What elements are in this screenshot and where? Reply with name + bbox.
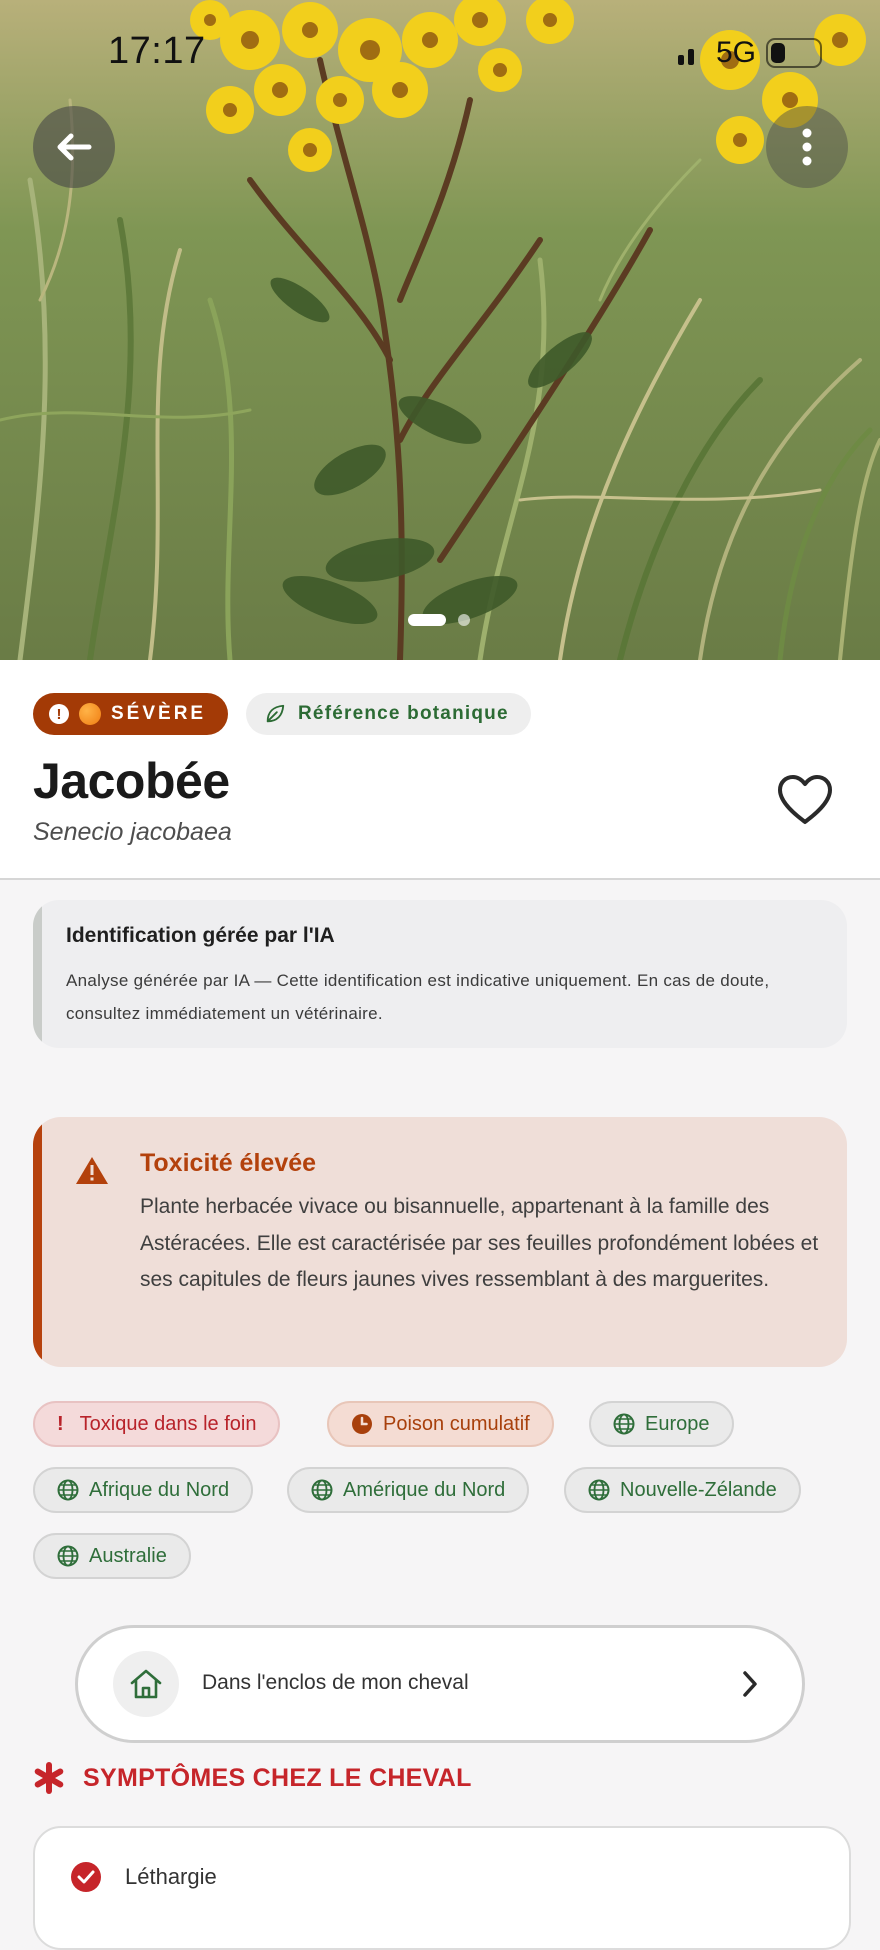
status-indicators: 5G xyxy=(677,36,822,70)
toxicity-card: Toxicité élevée Plante herbacée vivace o… xyxy=(33,1117,847,1367)
toxicity-accent-bar xyxy=(33,1117,42,1367)
symptom-label: Léthargie xyxy=(125,1864,217,1889)
tag-label: Afrique du Nord xyxy=(89,1478,230,1501)
tag-toxic-in-hay[interactable]: ! Toxique dans le foin xyxy=(33,1401,281,1447)
toxicity-title: Toxicité élevée xyxy=(140,1149,317,1177)
tag-label: Poison cumulatif xyxy=(383,1412,530,1435)
carousel-indicator xyxy=(408,614,470,626)
tag-label: Europe xyxy=(645,1412,710,1435)
tag-label: Amérique du Nord xyxy=(343,1478,506,1501)
reference-label: Référence botanique xyxy=(298,703,509,724)
chevron-right-icon xyxy=(743,1671,757,1697)
carousel-dot-active[interactable] xyxy=(408,614,446,626)
status-time: 17:17 xyxy=(108,30,206,72)
tag-label: Toxique dans le foin xyxy=(79,1412,257,1435)
tag-region-north-africa[interactable]: Afrique du Nord xyxy=(33,1467,254,1513)
check-circle-icon xyxy=(71,1862,101,1892)
arrow-left-icon xyxy=(57,133,92,161)
tag-region-new-zealand[interactable]: Nouvelle-Zélande xyxy=(564,1467,801,1513)
symptoms-header: SYMPTÔMES CHEZ LE CHEVAL xyxy=(33,1762,472,1794)
symptoms-list: Léthargie xyxy=(33,1826,851,1950)
exclamation-icon: ! xyxy=(57,1412,64,1435)
clock-icon xyxy=(352,1414,372,1434)
tag-region-australia[interactable]: Australie xyxy=(33,1533,191,1579)
toxicity-description: Plante herbacée vivace ou bisannuelle, a… xyxy=(140,1195,819,1291)
globe-icon xyxy=(588,1479,610,1501)
more-vertical-icon xyxy=(802,128,812,166)
orange-circle-icon xyxy=(79,703,101,725)
globe-icon xyxy=(613,1413,635,1435)
globe-icon xyxy=(311,1479,333,1501)
globe-icon xyxy=(57,1545,79,1567)
in-my-paddock-button[interactable]: Dans l'enclos de mon cheval xyxy=(75,1625,805,1743)
carousel-dot[interactable] xyxy=(458,614,470,626)
severity-badge: ! SÉVÈRE xyxy=(33,693,229,735)
leaf-icon xyxy=(266,704,285,723)
tag-region-north-america[interactable]: Amérique du Nord xyxy=(287,1467,530,1513)
warning-icon xyxy=(76,1157,108,1184)
symptoms-title: SYMPTÔMES CHEZ LE CHEVAL xyxy=(83,1763,472,1792)
severity-label: SÉVÈRE xyxy=(111,703,207,724)
ai-notice-text: Analyse générée par IA — Cette identific… xyxy=(66,971,770,1023)
plant-header: ! SÉVÈRE Référence botanique Jacobée Sen… xyxy=(0,660,880,880)
tag-region-europe[interactable]: Europe xyxy=(589,1401,734,1447)
home-icon xyxy=(130,1669,162,1699)
battery-icon xyxy=(766,38,822,68)
ai-identification-notice: Identification gérée par l'IA Analyse gé… xyxy=(33,900,847,1048)
botanical-reference-badge[interactable]: Référence botanique xyxy=(246,693,531,735)
tag-label: Australie xyxy=(89,1544,167,1567)
more-options-button[interactable] xyxy=(766,106,848,188)
globe-icon xyxy=(57,1479,79,1501)
home-icon-container xyxy=(113,1651,179,1717)
tag-label: Nouvelle-Zélande xyxy=(620,1478,777,1501)
tag-cumulative-poison[interactable]: Poison cumulatif xyxy=(327,1401,554,1447)
scientific-name: Senecio jacobaea xyxy=(33,818,232,846)
notice-accent-bar xyxy=(33,900,42,1048)
network-label: 5G xyxy=(715,36,756,69)
ai-notice-title: Identification gérée par l'IA xyxy=(66,924,335,947)
plant-name: Jacobée xyxy=(33,753,230,809)
paddock-label: Dans l'enclos de mon cheval xyxy=(202,1671,469,1694)
plant-photo[interactable]: 17:17 5G xyxy=(0,0,880,660)
plant-photo-image xyxy=(0,0,880,660)
signal-icon xyxy=(677,41,694,65)
back-button[interactable] xyxy=(33,106,115,188)
list-item: Léthargie xyxy=(71,1862,217,1892)
favorite-heart-icon[interactable] xyxy=(776,774,834,826)
alert-icon: ! xyxy=(49,704,69,724)
asterisk-icon xyxy=(34,1762,64,1794)
